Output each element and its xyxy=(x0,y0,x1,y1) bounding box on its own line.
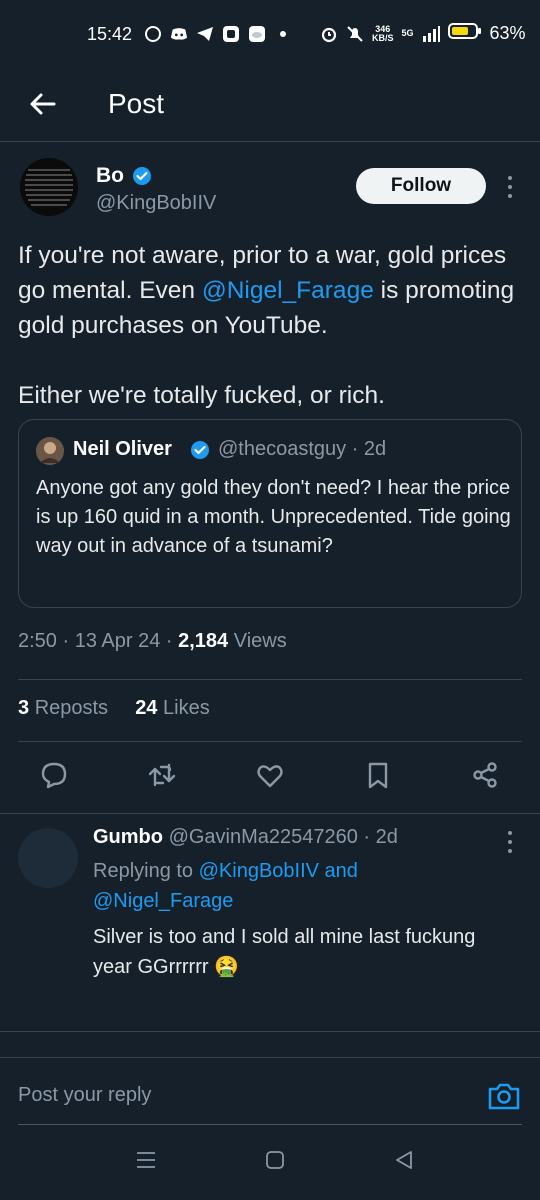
author-avatar[interactable] xyxy=(20,158,78,216)
post-stats: 3 Reposts 24 Likes xyxy=(18,697,210,720)
reply-author-name[interactable]: Gumbo xyxy=(93,826,163,848)
quoted-text: Anyone got any gold they don't need? I h… xyxy=(36,477,511,557)
post-text: If you're not aware, prior to a war, gol… xyxy=(18,242,515,409)
whatsapp-icon xyxy=(144,25,162,43)
back-button[interactable] xyxy=(26,88,58,120)
replying-mention-2[interactable]: @Nigel_Farage xyxy=(93,890,233,912)
telegram-icon xyxy=(196,25,214,43)
repost-icon[interactable] xyxy=(147,760,177,790)
composer-top-divider xyxy=(0,1057,540,1058)
replying-to: Replying to @KingBobIIV and @Nigel_Farag… xyxy=(93,860,358,912)
post-time: 2:50 · 13 Apr 24 · xyxy=(18,630,179,652)
reply-text: Silver is too and I sold all mine last f… xyxy=(93,926,476,978)
signal-icon xyxy=(422,25,440,43)
reply-handle-time: @GavinMa22547260 · 2d xyxy=(168,826,398,848)
menu-nav-icon[interactable] xyxy=(136,1150,156,1175)
views-label: Views xyxy=(228,630,287,652)
page-title: Post xyxy=(108,88,165,119)
app-icon-2 xyxy=(248,25,266,43)
mute-icon xyxy=(346,25,364,43)
meta-divider xyxy=(18,679,522,680)
camera-icon[interactable] xyxy=(487,1081,521,1111)
reposts-link[interactable]: 3 Reposts xyxy=(18,697,108,719)
battery-icon xyxy=(447,22,482,45)
quoted-avatar xyxy=(36,437,64,465)
back-arrow-icon xyxy=(30,93,56,115)
battery-level: 63% xyxy=(489,23,526,43)
status-bar: 15:42 346 KB/S 5G 63% xyxy=(0,0,540,72)
author-handle[interactable]: @KingBobIIV xyxy=(96,192,216,215)
composer-underline xyxy=(18,1124,522,1125)
reply-avatar[interactable] xyxy=(18,828,78,888)
app-icon xyxy=(222,25,240,43)
post-meta: 2:50 · 13 Apr 24 · 2,184 Views xyxy=(18,630,287,653)
actions-divider xyxy=(0,813,540,814)
verified-badge-icon xyxy=(132,166,152,186)
network-speed: 346 KB/S xyxy=(372,23,394,43)
bookmark-icon[interactable] xyxy=(363,760,393,790)
reply-icon[interactable] xyxy=(39,760,69,790)
author-name[interactable]: Bo xyxy=(96,164,124,188)
home-nav-icon[interactable] xyxy=(265,1150,285,1175)
alarm-icon xyxy=(320,25,338,43)
reply-header: Gumbo @GavinMa22547260 · 2d xyxy=(93,826,398,849)
back-nav-icon[interactable] xyxy=(394,1150,414,1175)
more-options-icon[interactable] xyxy=(507,176,513,198)
reply-more-options-icon[interactable] xyxy=(507,831,513,853)
header-divider xyxy=(0,141,540,142)
quoted-author-name: Neil Oliver xyxy=(73,438,172,460)
stats-divider xyxy=(18,741,522,742)
discord-icon xyxy=(170,25,188,43)
status-time: 15:42 xyxy=(87,24,133,44)
system-icons: 346 KB/S 5G 63% xyxy=(320,22,526,45)
mention-link[interactable]: @Nigel_Farage xyxy=(202,277,374,304)
quoted-handle-time: @thecoastguy · 2d xyxy=(218,438,387,460)
replying-mention-1[interactable]: @KingBobIIV xyxy=(199,860,319,882)
reply-input[interactable]: Post your reply xyxy=(18,1084,151,1107)
notification-icons xyxy=(144,25,292,43)
network-type: 5G xyxy=(401,28,414,38)
follow-button[interactable]: Follow xyxy=(356,168,486,204)
likes-link[interactable]: 24 Likes xyxy=(135,697,210,719)
dot-icon xyxy=(274,25,292,43)
share-icon[interactable] xyxy=(470,760,500,790)
like-icon[interactable] xyxy=(255,760,285,790)
reply-divider xyxy=(0,1031,540,1032)
views-count: 2,184 xyxy=(178,630,229,652)
verified-badge-icon xyxy=(190,440,210,460)
